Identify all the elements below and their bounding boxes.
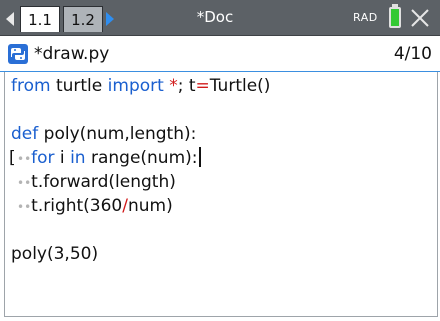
code-line-6[interactable]: ••t.right(360/num) <box>17 194 173 218</box>
code-text: poly(num,length): <box>38 124 197 144</box>
code-text: range(num): <box>85 148 198 168</box>
line-position: 4/10 <box>393 44 432 64</box>
code-line-4[interactable]: ••for i in range(num): <box>17 146 201 170</box>
text-cursor <box>198 147 201 167</box>
code-line-5[interactable]: ••t.forward(length) <box>17 170 176 194</box>
tab-page-1-1[interactable]: 1.1 <box>20 6 60 32</box>
battery-icon <box>389 7 401 28</box>
file-name: *draw.py <box>34 44 110 64</box>
keyword-in: in <box>70 148 86 168</box>
code-text: t.forward(length) <box>31 172 176 192</box>
calculator-screen: 1.1 1.2 *Doc RAD *draw.py 4/10 from turt… <box>0 0 440 321</box>
keyword-for: for <box>31 148 55 168</box>
code-line-8[interactable]: poly(3,50) <box>11 242 98 266</box>
code-text: turtle <box>50 76 108 96</box>
top-status-bar: 1.1 1.2 *Doc RAD <box>0 0 440 36</box>
operator-equals: = <box>195 76 210 96</box>
code-line-3[interactable]: def poly(num,length): <box>11 122 196 146</box>
tab-page-1-2[interactable]: 1.2 <box>63 6 103 32</box>
code-text: num) <box>127 196 173 216</box>
code-text: i <box>54 148 71 168</box>
block-bracket: [ <box>9 148 16 168</box>
code-text: Turtle() <box>209 76 271 96</box>
previous-page-arrow-icon[interactable] <box>6 12 14 26</box>
indent-dots: •• <box>17 152 32 166</box>
angle-mode-indicator: RAD <box>353 11 378 24</box>
python-icon <box>8 44 28 64</box>
operator-star: * <box>169 76 178 96</box>
keyword-import: import <box>107 76 164 96</box>
code-text: t.right(360 <box>31 196 123 216</box>
code-line-1[interactable]: from turtle import *; t=Turtle() <box>11 74 270 98</box>
indent-dots: •• <box>17 176 32 190</box>
file-header-bar: *draw.py 4/10 <box>0 36 440 72</box>
code-text: ; t <box>177 76 196 96</box>
code-text: poly(3,50) <box>11 244 99 264</box>
keyword-def: def <box>11 124 39 144</box>
indent-dots: •• <box>17 200 32 214</box>
next-page-arrow-icon[interactable] <box>106 12 114 26</box>
code-editor[interactable]: from turtle import *; t=Turtle() def pol… <box>4 72 438 317</box>
document-title: *Doc <box>196 8 234 26</box>
keyword-from: from <box>11 76 51 96</box>
close-icon[interactable] <box>408 6 432 30</box>
